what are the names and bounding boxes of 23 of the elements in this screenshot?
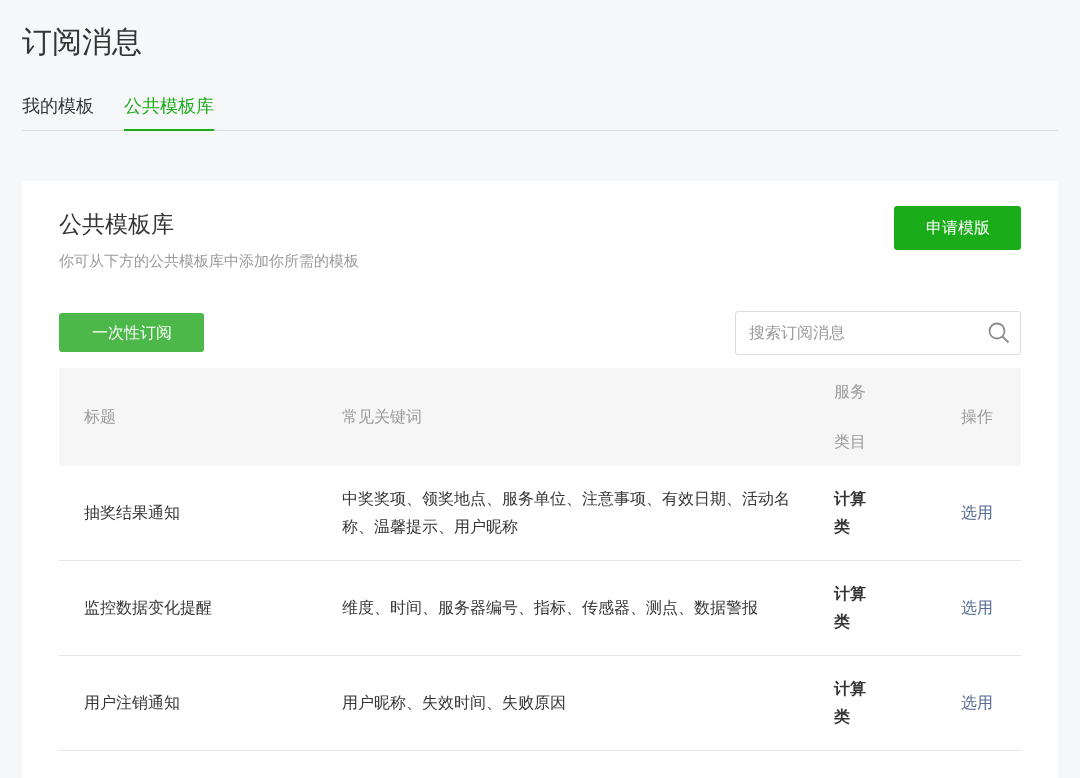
table-cell: 抽奖结果通知 bbox=[84, 502, 180, 522]
table-cell: 用户注销通知 bbox=[84, 692, 180, 712]
column-header: 服务类目 bbox=[833, 380, 867, 453]
column-header: 标题 bbox=[84, 406, 116, 426]
table-cell: 监控数据变化提醒 bbox=[84, 597, 212, 617]
table-cell-text: 中奖奖项、领奖地点、服务单位、注意事项、有效日期、活动名称、温馨提示、用户昵称 bbox=[341, 487, 791, 538]
table-cell-text: 维度、时间、服务器编号、指标、传感器、测点、数据警报 bbox=[341, 596, 759, 619]
apply-template-button[interactable]: 申请模版 bbox=[894, 206, 1021, 250]
table-cell-text: 计算类 bbox=[833, 582, 867, 633]
select-link[interactable]: 选用 bbox=[961, 597, 994, 617]
section-description: 你可从下方的公共模板库中添加你所需的模板 bbox=[59, 251, 359, 272]
column-header: 常见关键词 bbox=[341, 406, 422, 426]
table-cell-text: 用户昵称、失效时间、失败原因 bbox=[341, 691, 567, 714]
column-header: 操作 bbox=[961, 406, 994, 426]
search-field[interactable]: 搜索订阅消息 bbox=[735, 310, 1021, 355]
section-title: 公共模板库 bbox=[59, 210, 175, 239]
page-title: 订阅消息 bbox=[22, 23, 143, 61]
search-icon[interactable] bbox=[988, 321, 1010, 344]
tab[interactable]: 我的模板 bbox=[22, 92, 94, 131]
table-cell-text: 计算类 bbox=[833, 487, 867, 538]
table-cell-text: 计算类 bbox=[833, 677, 867, 728]
select-link[interactable]: 选用 bbox=[961, 502, 994, 522]
select-link[interactable]: 选用 bbox=[961, 692, 994, 712]
